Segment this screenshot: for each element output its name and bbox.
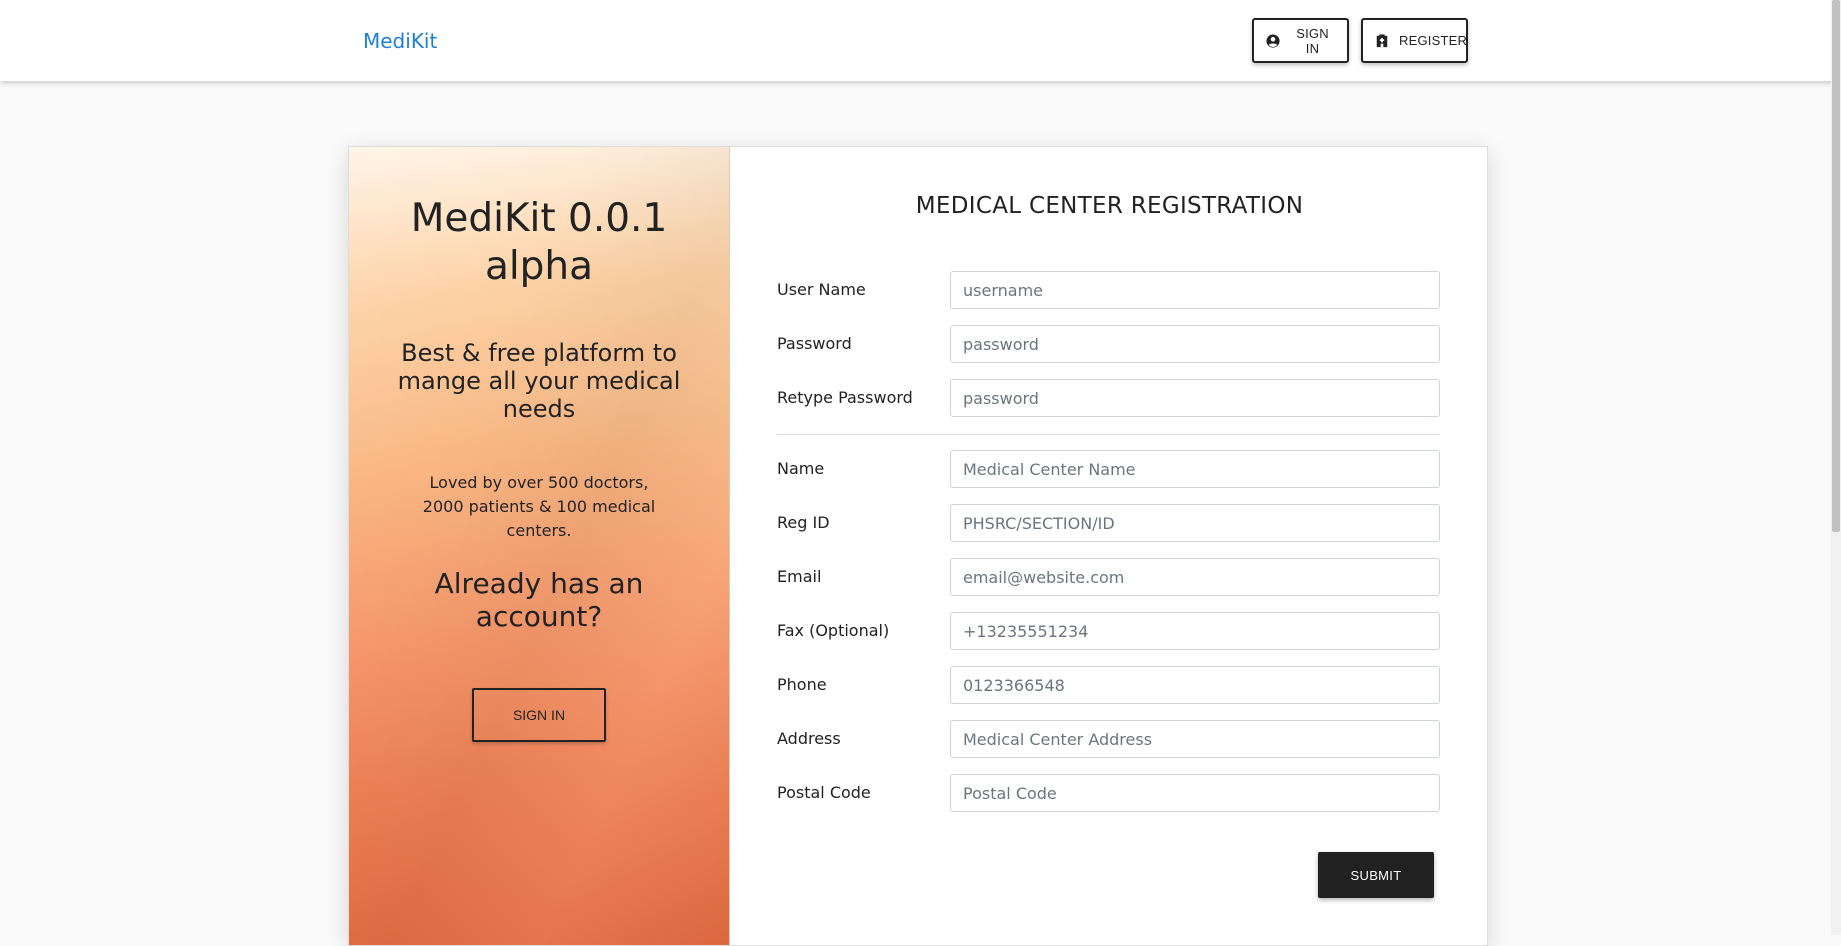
promo-panel: MediKit 0.0.1 alpha Best & free platform… xyxy=(349,147,730,945)
promo-stats-text: Loved by over 500 doctors, 2000 patients… xyxy=(422,473,656,540)
password-input[interactable] xyxy=(950,325,1440,363)
email-input[interactable] xyxy=(950,558,1440,596)
top-navbar: MediKit SIGN IN REGISTER xyxy=(0,0,1841,81)
reg-id-input[interactable] xyxy=(950,504,1440,542)
promo-already-text: Already has an account? xyxy=(434,567,644,633)
email-label: Email xyxy=(777,567,822,586)
retype-password-input[interactable] xyxy=(950,379,1440,417)
nav-signin-label: SIGN IN xyxy=(1296,25,1329,56)
promo-tagline: Best & free platform to mange all your m… xyxy=(397,339,681,423)
name-label: Name xyxy=(777,459,825,478)
submit-button[interactable]: SUBMIT xyxy=(1318,852,1434,898)
phone-label: Phone xyxy=(777,675,827,694)
postal-code-input[interactable] xyxy=(950,774,1440,812)
nav-signin-button[interactable]: SIGN IN xyxy=(1252,18,1349,63)
form-title: MEDICAL CENTER REGISTRATION xyxy=(915,193,1304,219)
address-input[interactable] xyxy=(950,720,1440,758)
promo-signin-button[interactable]: SIGN IN xyxy=(472,688,606,742)
promo-title: MediKit 0.0.1 alpha xyxy=(410,196,668,289)
page-scrollbar[interactable] xyxy=(1831,0,1841,935)
hospital-icon xyxy=(1375,33,1389,48)
username-label: User Name xyxy=(777,280,866,299)
address-label: Address xyxy=(777,729,841,748)
password-label: Password xyxy=(777,334,852,353)
fax-input[interactable] xyxy=(950,612,1440,650)
registration-card: MediKit 0.0.1 alpha Best & free platform… xyxy=(348,146,1488,946)
brand-link[interactable]: MediKit xyxy=(363,29,437,53)
fax-label: Fax (Optional) xyxy=(777,621,890,640)
reg-id-label: Reg ID xyxy=(777,513,830,532)
username-input[interactable] xyxy=(950,271,1440,309)
center-name-input[interactable] xyxy=(950,450,1440,488)
scrollbar-thumb[interactable] xyxy=(1832,0,1840,532)
user-circle-icon xyxy=(1266,33,1280,48)
form-divider xyxy=(777,434,1440,435)
postal-code-label: Postal Code xyxy=(777,783,871,802)
phone-input[interactable] xyxy=(950,666,1440,704)
retype-password-label: Retype Password xyxy=(777,388,913,407)
nav-register-label: REGISTER xyxy=(1399,33,1468,48)
nav-register-button[interactable]: REGISTER xyxy=(1361,18,1468,63)
